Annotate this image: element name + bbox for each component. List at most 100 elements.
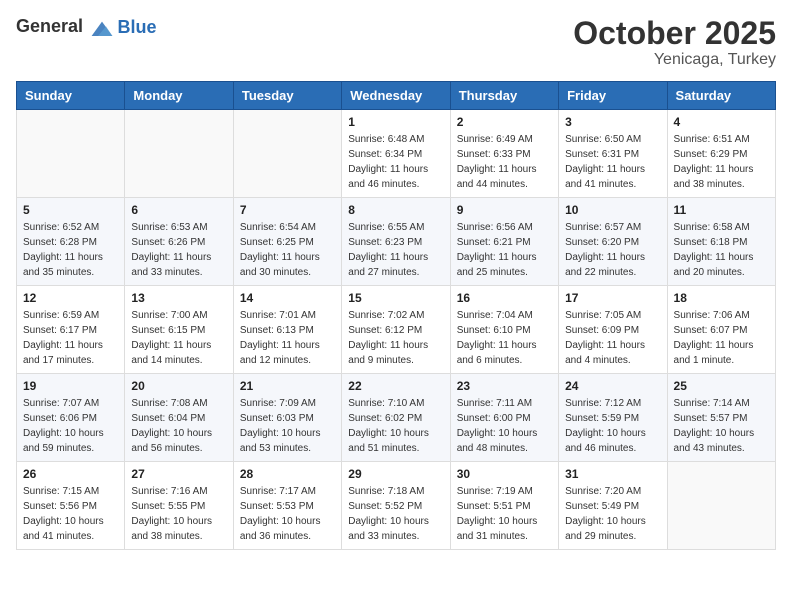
calendar-cell: 31 Sunrise: 7:20 AM Sunset: 5:49 PM Dayli… <box>559 462 667 550</box>
day-number: 31 <box>565 467 660 481</box>
calendar-cell <box>125 110 233 198</box>
weekday-header-sunday: Sunday <box>17 82 125 110</box>
day-info: Sunrise: 7:18 AM Sunset: 5:52 PM Dayligh… <box>348 484 443 544</box>
day-number: 9 <box>457 203 552 217</box>
calendar-cell: 28 Sunrise: 7:17 AM Sunset: 5:53 PM Dayli… <box>233 462 341 550</box>
calendar-cell <box>667 462 775 550</box>
day-number: 25 <box>674 379 769 393</box>
day-info: Sunrise: 7:12 AM Sunset: 5:59 PM Dayligh… <box>565 396 660 456</box>
day-number: 30 <box>457 467 552 481</box>
page-header: General Blue October 2025 Yenicaga, Turk… <box>16 16 776 69</box>
day-number: 26 <box>23 467 118 481</box>
logo-icon <box>90 16 114 40</box>
day-info: Sunrise: 6:51 AM Sunset: 6:29 PM Dayligh… <box>674 132 769 192</box>
day-number: 21 <box>240 379 335 393</box>
calendar-cell: 13 Sunrise: 7:00 AM Sunset: 6:15 PM Dayli… <box>125 286 233 374</box>
day-info: Sunrise: 7:06 AM Sunset: 6:07 PM Dayligh… <box>674 308 769 368</box>
calendar-cell: 18 Sunrise: 7:06 AM Sunset: 6:07 PM Dayli… <box>667 286 775 374</box>
calendar-cell: 1 Sunrise: 6:48 AM Sunset: 6:34 PM Daylig… <box>342 110 450 198</box>
day-info: Sunrise: 7:19 AM Sunset: 5:51 PM Dayligh… <box>457 484 552 544</box>
weekday-header-wednesday: Wednesday <box>342 82 450 110</box>
day-info: Sunrise: 6:52 AM Sunset: 6:28 PM Dayligh… <box>23 220 118 280</box>
day-number: 20 <box>131 379 226 393</box>
day-info: Sunrise: 7:14 AM Sunset: 5:57 PM Dayligh… <box>674 396 769 456</box>
day-number: 14 <box>240 291 335 305</box>
month-title: October 2025 <box>573 16 776 51</box>
day-number: 4 <box>674 115 769 129</box>
calendar-cell: 20 Sunrise: 7:08 AM Sunset: 6:04 PM Dayli… <box>125 374 233 462</box>
day-number: 19 <box>23 379 118 393</box>
day-info: Sunrise: 7:02 AM Sunset: 6:12 PM Dayligh… <box>348 308 443 368</box>
day-info: Sunrise: 6:50 AM Sunset: 6:31 PM Dayligh… <box>565 132 660 192</box>
day-info: Sunrise: 6:59 AM Sunset: 6:17 PM Dayligh… <box>23 308 118 368</box>
day-info: Sunrise: 7:10 AM Sunset: 6:02 PM Dayligh… <box>348 396 443 456</box>
calendar-cell: 24 Sunrise: 7:12 AM Sunset: 5:59 PM Dayli… <box>559 374 667 462</box>
day-number: 8 <box>348 203 443 217</box>
calendar-cell: 2 Sunrise: 6:49 AM Sunset: 6:33 PM Daylig… <box>450 110 558 198</box>
calendar-week-row: 19Sunrise: 7:07 AM Sunset: 6:06 PM Dayli… <box>17 374 776 462</box>
day-info: Sunrise: 7:01 AM Sunset: 6:13 PM Dayligh… <box>240 308 335 368</box>
calendar-cell: 21 Sunrise: 7:09 AM Sunset: 6:03 PM Dayli… <box>233 374 341 462</box>
day-number: 1 <box>348 115 443 129</box>
day-number: 27 <box>131 467 226 481</box>
day-number: 3 <box>565 115 660 129</box>
day-info: Sunrise: 6:58 AM Sunset: 6:18 PM Dayligh… <box>674 220 769 280</box>
day-number: 16 <box>457 291 552 305</box>
day-info: Sunrise: 7:00 AM Sunset: 6:15 PM Dayligh… <box>131 308 226 368</box>
calendar-cell: 16 Sunrise: 7:04 AM Sunset: 6:10 PM Dayli… <box>450 286 558 374</box>
day-info: Sunrise: 7:04 AM Sunset: 6:10 PM Dayligh… <box>457 308 552 368</box>
day-info: Sunrise: 6:56 AM Sunset: 6:21 PM Dayligh… <box>457 220 552 280</box>
day-number: 2 <box>457 115 552 129</box>
calendar-cell: 25 Sunrise: 7:14 AM Sunset: 5:57 PM Dayli… <box>667 374 775 462</box>
calendar-cell: 15 Sunrise: 7:02 AM Sunset: 6:12 PM Dayli… <box>342 286 450 374</box>
day-info: Sunrise: 6:54 AM Sunset: 6:25 PM Dayligh… <box>240 220 335 280</box>
title-block: October 2025 Yenicaga, Turkey <box>573 16 776 69</box>
calendar-week-row: 1 Sunrise: 6:48 AM Sunset: 6:34 PM Daylig… <box>17 110 776 198</box>
day-number: 18 <box>674 291 769 305</box>
day-info: Sunrise: 6:48 AM Sunset: 6:34 PM Dayligh… <box>348 132 443 192</box>
weekday-header-friday: Friday <box>559 82 667 110</box>
day-number: 22 <box>348 379 443 393</box>
day-info: Sunrise: 6:57 AM Sunset: 6:20 PM Dayligh… <box>565 220 660 280</box>
day-number: 29 <box>348 467 443 481</box>
calendar-cell: 27Sunrise: 7:16 AM Sunset: 5:55 PM Dayli… <box>125 462 233 550</box>
logo-blue: Blue <box>118 17 157 37</box>
calendar-cell: 4 Sunrise: 6:51 AM Sunset: 6:29 PM Daylig… <box>667 110 775 198</box>
weekday-header-row: SundayMondayTuesdayWednesdayThursdayFrid… <box>17 82 776 110</box>
calendar-cell: 10 Sunrise: 6:57 AM Sunset: 6:20 PM Dayli… <box>559 198 667 286</box>
weekday-header-saturday: Saturday <box>667 82 775 110</box>
day-number: 13 <box>131 291 226 305</box>
day-info: Sunrise: 7:05 AM Sunset: 6:09 PM Dayligh… <box>565 308 660 368</box>
day-number: 11 <box>674 203 769 217</box>
day-number: 12 <box>23 291 118 305</box>
calendar-cell: 26Sunrise: 7:15 AM Sunset: 5:56 PM Dayli… <box>17 462 125 550</box>
calendar-cell: 19Sunrise: 7:07 AM Sunset: 6:06 PM Dayli… <box>17 374 125 462</box>
calendar-week-row: 12 Sunrise: 6:59 AM Sunset: 6:17 PM Dayli… <box>17 286 776 374</box>
day-number: 6 <box>131 203 226 217</box>
calendar-cell: 17Sunrise: 7:05 AM Sunset: 6:09 PM Dayli… <box>559 286 667 374</box>
day-number: 5 <box>23 203 118 217</box>
calendar-cell <box>17 110 125 198</box>
day-info: Sunrise: 6:53 AM Sunset: 6:26 PM Dayligh… <box>131 220 226 280</box>
day-info: Sunrise: 7:17 AM Sunset: 5:53 PM Dayligh… <box>240 484 335 544</box>
day-info: Sunrise: 7:11 AM Sunset: 6:00 PM Dayligh… <box>457 396 552 456</box>
calendar-cell: 7 Sunrise: 6:54 AM Sunset: 6:25 PM Daylig… <box>233 198 341 286</box>
day-info: Sunrise: 7:20 AM Sunset: 5:49 PM Dayligh… <box>565 484 660 544</box>
calendar-cell: 3 Sunrise: 6:50 AM Sunset: 6:31 PM Daylig… <box>559 110 667 198</box>
day-info: Sunrise: 7:08 AM Sunset: 6:04 PM Dayligh… <box>131 396 226 456</box>
day-number: 28 <box>240 467 335 481</box>
calendar-cell: 12 Sunrise: 6:59 AM Sunset: 6:17 PM Dayli… <box>17 286 125 374</box>
calendar-cell: 5 Sunrise: 6:52 AM Sunset: 6:28 PM Daylig… <box>17 198 125 286</box>
day-number: 15 <box>348 291 443 305</box>
location-title: Yenicaga, Turkey <box>573 51 776 69</box>
day-number: 24 <box>565 379 660 393</box>
calendar-cell: 6 Sunrise: 6:53 AM Sunset: 6:26 PM Daylig… <box>125 198 233 286</box>
calendar-week-row: 5 Sunrise: 6:52 AM Sunset: 6:28 PM Daylig… <box>17 198 776 286</box>
logo-general: General <box>16 16 83 36</box>
weekday-header-thursday: Thursday <box>450 82 558 110</box>
day-number: 10 <box>565 203 660 217</box>
day-number: 7 <box>240 203 335 217</box>
day-info: Sunrise: 6:49 AM Sunset: 6:33 PM Dayligh… <box>457 132 552 192</box>
day-info: Sunrise: 7:09 AM Sunset: 6:03 PM Dayligh… <box>240 396 335 456</box>
calendar-cell: 30 Sunrise: 7:19 AM Sunset: 5:51 PM Dayli… <box>450 462 558 550</box>
